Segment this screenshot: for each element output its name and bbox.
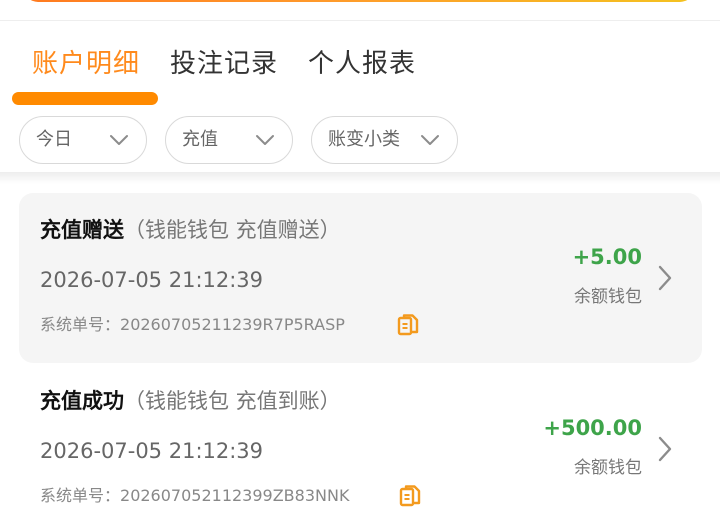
list-item[interactable]: 充值赠送（钱能钱包 充值赠送） 2026-07-05 21:12:39 系统单号… [19,193,702,363]
record-time: 2026-07-05 21:12:39 [40,268,264,292]
chevron-down-icon [421,135,439,145]
record-wallet: 余额钱包 [574,458,642,478]
list-item[interactable]: 充值成功（钱能钱包 充值到账） 2026-07-05 21:12:39 系统单号… [19,364,702,521]
filter-label: 充值 [182,129,218,150]
filter-label: 账变小类 [328,129,400,150]
record-subtype: （钱能钱包 充值到账） [124,389,341,413]
record-title: 充值成功（钱能钱包 充值到账） [40,387,341,415]
chevron-right-icon [658,265,672,291]
chevron-down-icon [256,135,274,145]
record-time: 2026-07-05 21:12:39 [40,439,264,463]
tab-account-details[interactable]: 账户明细 [32,48,140,80]
record-amount: +5.00 [572,245,642,269]
tab-personal-report[interactable]: 个人报表 [308,48,416,80]
record-title: 充值赠送（钱能钱包 充值赠送） [40,216,341,244]
filter-label: 今日 [36,129,72,150]
chevron-down-icon [110,135,128,145]
active-tab-indicator [12,92,158,105]
tab-bar: 账户明细 投注记录 个人报表 [0,22,720,128]
filter-bar-shadow [0,172,720,184]
order-label: 系统单号： [40,315,121,334]
copy-icon[interactable] [397,313,419,337]
record-type: 充值赠送 [40,218,124,242]
record-amount: +500.00 [543,416,642,440]
tab-bet-records[interactable]: 投注记录 [170,48,278,80]
record-subtype: （钱能钱包 充值赠送） [124,218,341,242]
date-filter-select[interactable]: 今日 [19,116,147,164]
order-number: 系统单号：202607052112399ZB83NNK [40,485,349,507]
order-id: 20260705211239R7P5RASP [120,315,345,334]
record-wallet: 余额钱包 [574,287,642,307]
order-label: 系统单号： [40,486,121,505]
filter-bar: 今日 充值 账变小类 [0,106,720,172]
type-filter-select[interactable]: 充值 [165,116,293,164]
copy-icon[interactable] [399,484,421,508]
order-id: 202607052112399ZB83NNK [120,486,350,505]
record-type: 充值成功 [40,389,124,413]
divider [0,20,720,21]
top-banner [24,0,694,2]
order-number: 系统单号：20260705211239R7P5RASP [40,314,345,336]
chevron-right-icon [658,436,672,462]
account-details-page: 账户明细 投注记录 个人报表 今日 充值 账变小类 充值赠送（钱能钱包 充值赠送… [0,0,720,521]
subcategory-filter-select[interactable]: 账变小类 [311,116,458,164]
